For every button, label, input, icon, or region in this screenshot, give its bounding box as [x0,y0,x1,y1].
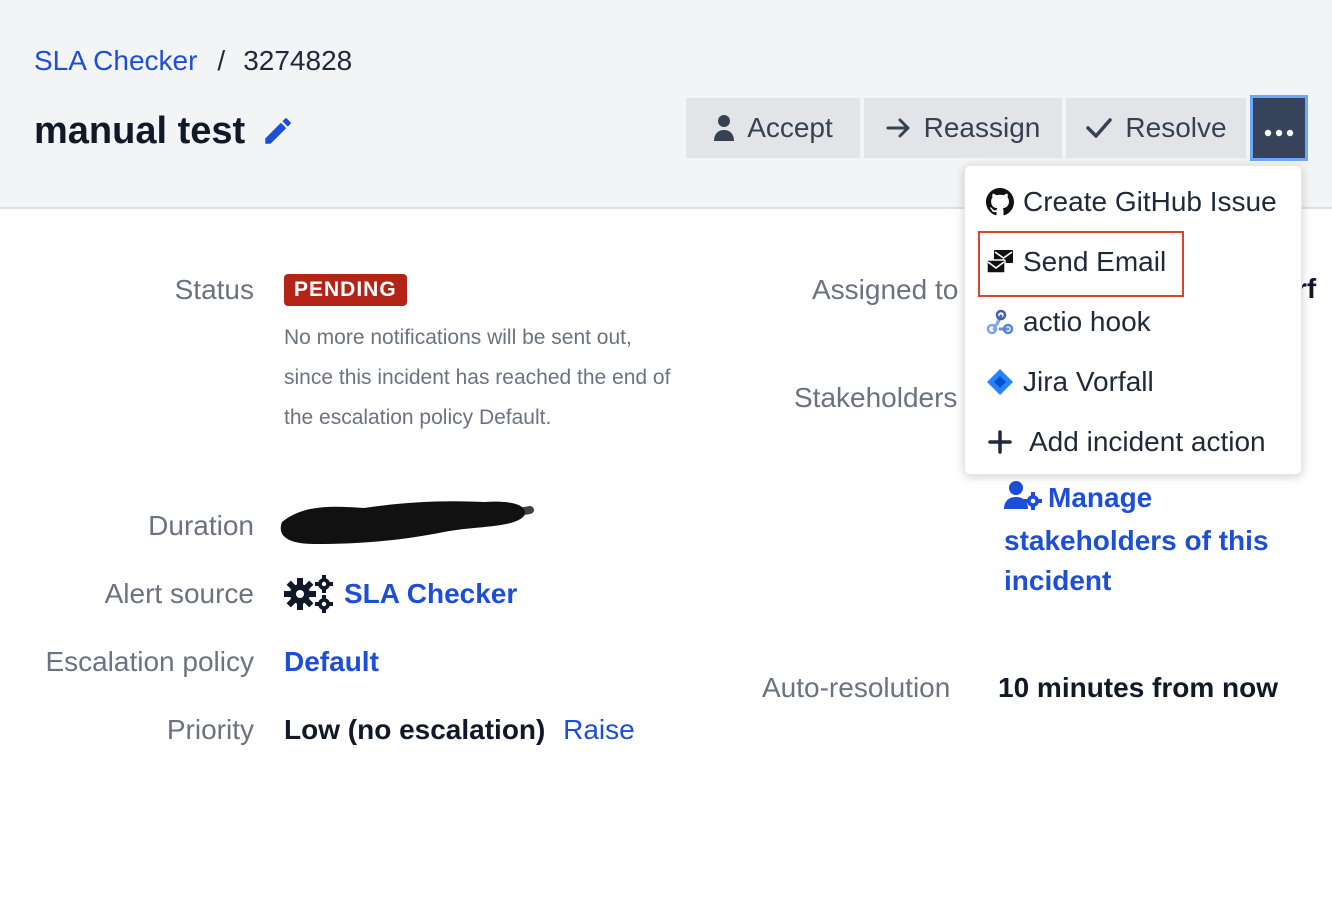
reassign-button[interactable]: Reassign [864,98,1062,158]
webhook-icon [985,307,1015,337]
redacted-duration [274,492,534,552]
page-title: manual test [34,110,246,152]
priority-label: Priority [166,714,254,745]
check-icon [1085,117,1113,139]
priority-value-row: Low (no escalation) Raise [284,713,635,747]
menu-item-add-incident-action[interactable]: Add incident action [985,422,1266,462]
ellipsis-icon [1264,112,1294,144]
alert-source-label: Alert source [104,578,254,609]
manage-stakeholders-link[interactable]: Manage stakeholders of this incident [1004,478,1304,601]
gears-icon [284,575,334,613]
menu-item-create-github-issue[interactable]: Create GitHub Issue [985,182,1277,222]
github-icon [985,187,1015,217]
plus-icon [985,427,1015,457]
menu-item-actio-hook[interactable]: actio hook [985,302,1151,342]
user-icon [713,114,735,142]
status-description: No more notifications will be sent out, … [284,326,671,429]
auto-resolution-value: 10 minutes from now [998,672,1279,703]
breadcrumb-current: 3274828 [243,45,353,76]
pencil-icon[interactable] [261,114,295,148]
menu-item-label: Create GitHub Issue [1023,186,1277,217]
escalation-policy-link[interactable]: Default [284,645,379,679]
accept-label: Accept [747,112,833,143]
user-gear-icon [1004,480,1042,521]
incident-actions: Accept Reassign Resolve [686,95,1312,161]
reassign-label: Reassign [923,112,1041,143]
manage-stakeholders-label: Manage stakeholders of this incident [1004,482,1269,596]
email-icon [985,247,1015,277]
alert-source-value: SLA Checker [284,575,517,613]
auto-resolution-label: Auto-resolution [762,672,951,703]
raise-priority-link[interactable]: Raise [563,714,635,745]
arrow-right-icon [886,117,912,139]
priority-value: Low (no escalation) [284,714,546,745]
breadcrumb-separator: / [217,45,226,76]
jira-icon [985,367,1015,397]
status-label: Status [174,274,254,305]
menu-item-send-email[interactable]: Send Email [985,242,1166,282]
menu-item-jira-vorfall[interactable]: Jira Vorfall [985,362,1154,402]
menu-item-label: actio hook [1023,306,1151,337]
assigned-to-label: Assigned to [812,274,959,305]
incident-actions-menu: Create GitHub Issue Send Email actio hoo… [964,165,1302,475]
menu-item-label: Jira Vorfall [1023,366,1154,397]
menu-item-label: Add incident action [1029,426,1266,457]
menu-item-label: Send Email [1023,246,1167,277]
alert-source-link[interactable]: SLA Checker [344,577,517,611]
breadcrumb-link-alert-source[interactable]: SLA Checker [34,45,197,76]
accept-button[interactable]: Accept [686,98,860,158]
status-badge: PENDING [284,274,407,306]
resolve-label: Resolve [1125,112,1227,143]
breadcrumb: SLA Checker / 3274828 [34,44,352,78]
resolve-button[interactable]: Resolve [1066,98,1246,158]
duration-label: Duration [148,510,254,541]
stakeholders-label: Stakeholders [794,382,958,413]
more-actions-button[interactable] [1250,95,1308,161]
escalation-policy-label: Escalation policy [45,646,254,677]
title-row: manual test [34,108,295,154]
